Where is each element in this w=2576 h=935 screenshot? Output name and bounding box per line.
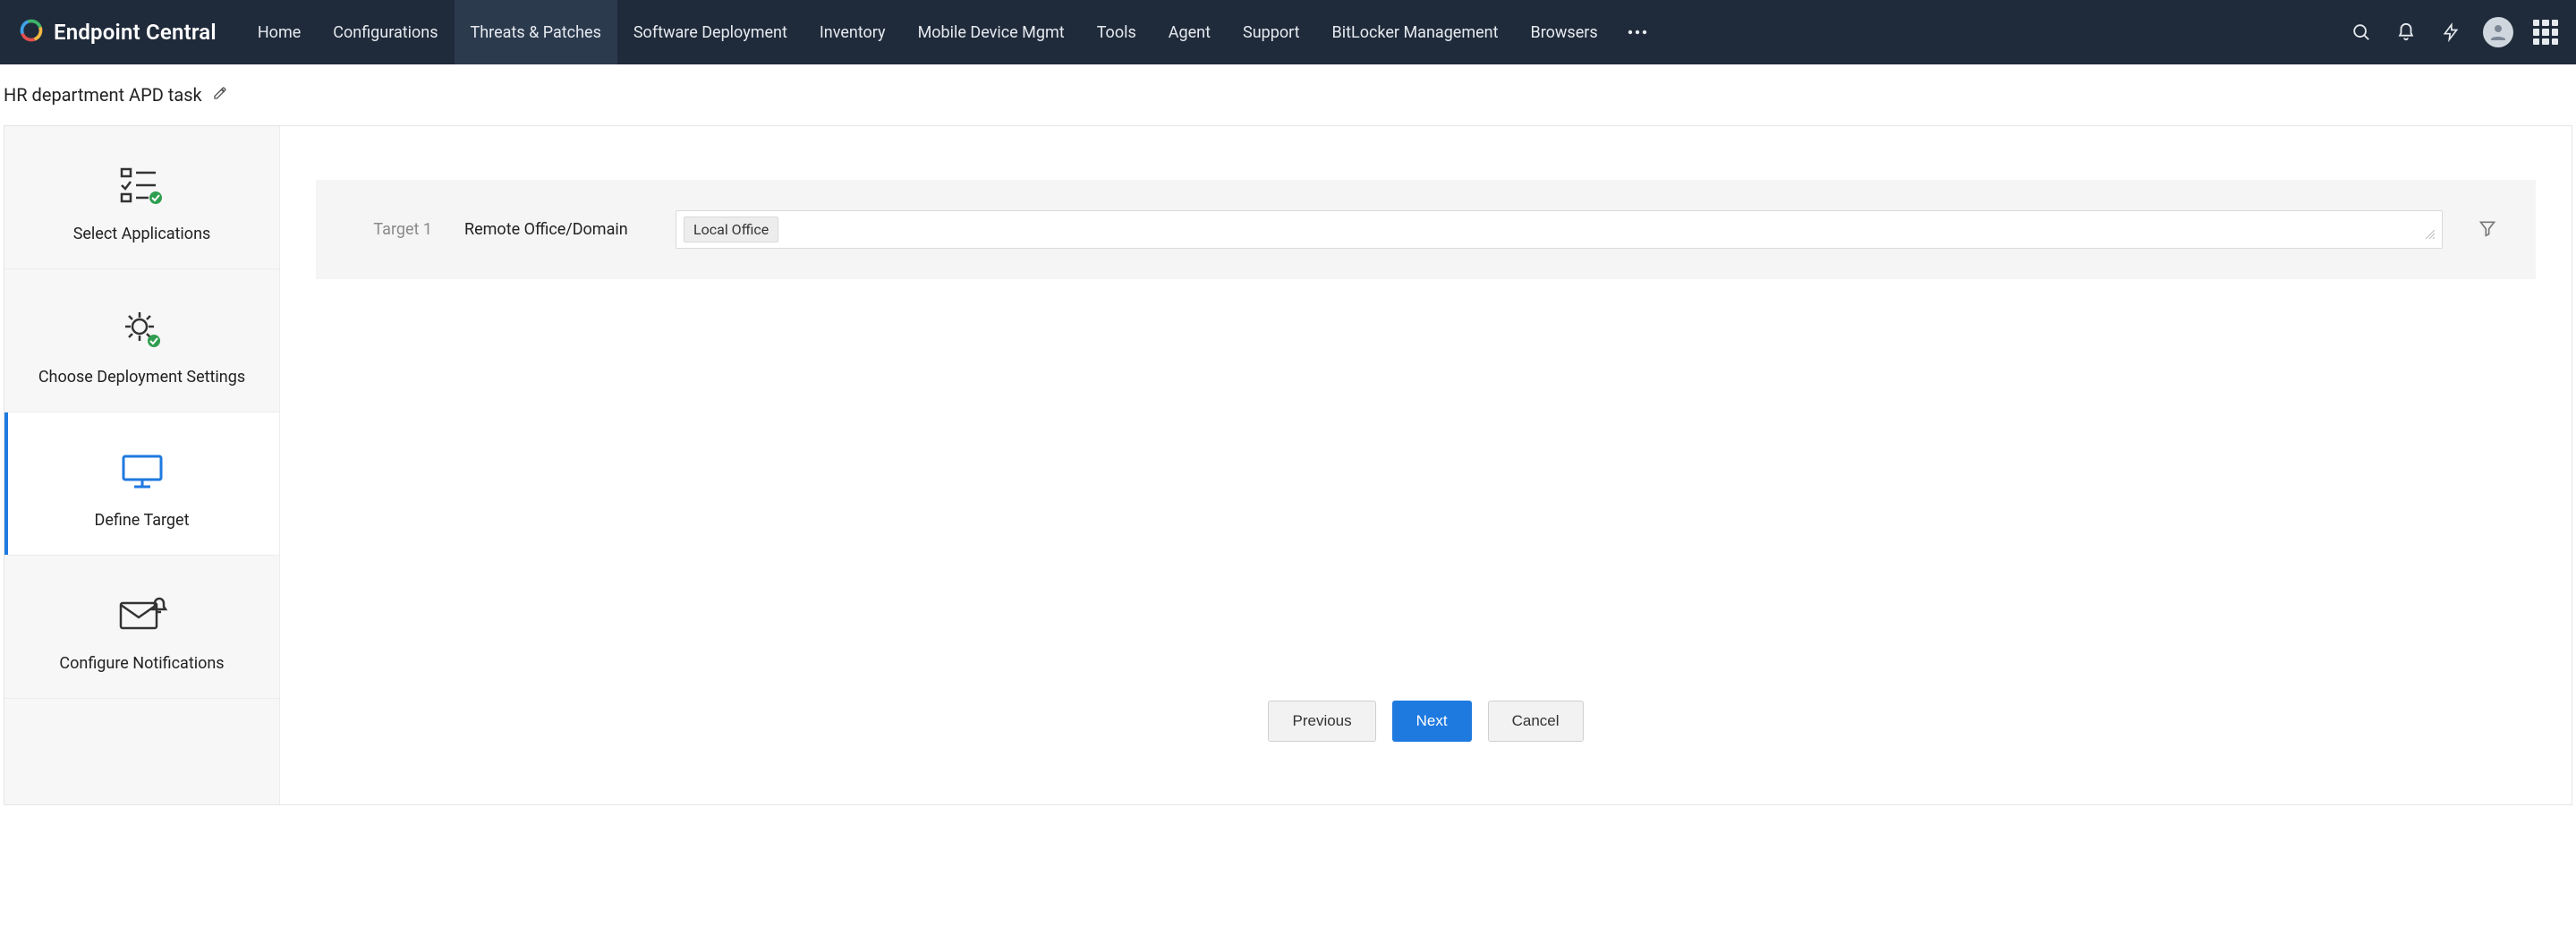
target-index-label: Target 1 [352, 220, 432, 239]
nav-more-icon[interactable] [1614, 0, 1661, 64]
nav-items: Home Configurations Threats & Patches So… [242, 0, 1661, 64]
wizard-content: Target 1 Remote Office/Domain Local Offi… [280, 126, 2572, 804]
nav-support[interactable]: Support [1227, 0, 1316, 64]
brand-logo-icon [18, 17, 45, 47]
page-title: HR department APD task [4, 84, 202, 106]
resize-handle-icon[interactable] [2426, 225, 2435, 242]
footer-buttons: Previous Next Cancel [316, 674, 2536, 778]
bell-icon[interactable] [2393, 20, 2419, 45]
search-icon[interactable] [2349, 20, 2374, 45]
target-field-label: Remote Office/Domain [464, 220, 643, 239]
edit-icon[interactable] [213, 86, 227, 104]
remote-office-domain-input[interactable]: Local Office [676, 210, 2443, 249]
top-nav: Endpoint Central Home Configurations Thr… [0, 0, 2576, 64]
nav-home[interactable]: Home [242, 0, 317, 64]
brand: Endpoint Central [18, 17, 217, 47]
step-label: Select Applications [19, 225, 265, 243]
wizard: Select Applications Choose Deployment Se… [4, 125, 2572, 805]
apps-grid-icon[interactable] [2533, 20, 2558, 45]
lightning-icon[interactable] [2438, 20, 2463, 45]
nav-right [2349, 17, 2558, 47]
nav-browsers[interactable]: Browsers [1515, 0, 1614, 64]
nav-tools[interactable]: Tools [1081, 0, 1152, 64]
nav-software-deployment[interactable]: Software Deployment [617, 0, 803, 64]
wizard-steps: Select Applications Choose Deployment Se… [4, 126, 280, 804]
step-configure-notifications[interactable]: Configure Notifications [4, 556, 279, 699]
step-label: Choose Deployment Settings [19, 368, 265, 387]
step-label: Define Target [19, 511, 265, 530]
nav-bitlocker[interactable]: BitLocker Management [1316, 0, 1515, 64]
step-select-applications[interactable]: Select Applications [4, 126, 279, 269]
chip-local-office[interactable]: Local Office [684, 217, 778, 242]
brand-name: Endpoint Central [54, 20, 217, 45]
target-card: Target 1 Remote Office/Domain Local Offi… [316, 180, 2536, 279]
previous-button[interactable]: Previous [1268, 701, 1375, 742]
chip-text-input[interactable] [787, 219, 2429, 241]
page-title-row: HR department APD task [0, 64, 2576, 125]
filter-icon[interactable] [2475, 216, 2500, 244]
cancel-button[interactable]: Cancel [1488, 701, 1584, 742]
monitor-icon [19, 445, 265, 498]
next-button[interactable]: Next [1392, 701, 1472, 742]
nav-configurations[interactable]: Configurations [317, 0, 454, 64]
nav-mobile-device-mgmt[interactable]: Mobile Device Mgmt [902, 0, 1081, 64]
list-check-icon [19, 158, 265, 212]
nav-threats-patches[interactable]: Threats & Patches [455, 0, 617, 64]
gear-check-icon [19, 302, 265, 355]
avatar[interactable] [2483, 17, 2513, 47]
step-label: Configure Notifications [19, 654, 265, 673]
step-choose-deployment-settings[interactable]: Choose Deployment Settings [4, 269, 279, 412]
nav-agent[interactable]: Agent [1152, 0, 1227, 64]
nav-inventory[interactable]: Inventory [803, 0, 902, 64]
step-define-target[interactable]: Define Target [4, 412, 279, 556]
envelope-bell-icon [19, 588, 265, 642]
